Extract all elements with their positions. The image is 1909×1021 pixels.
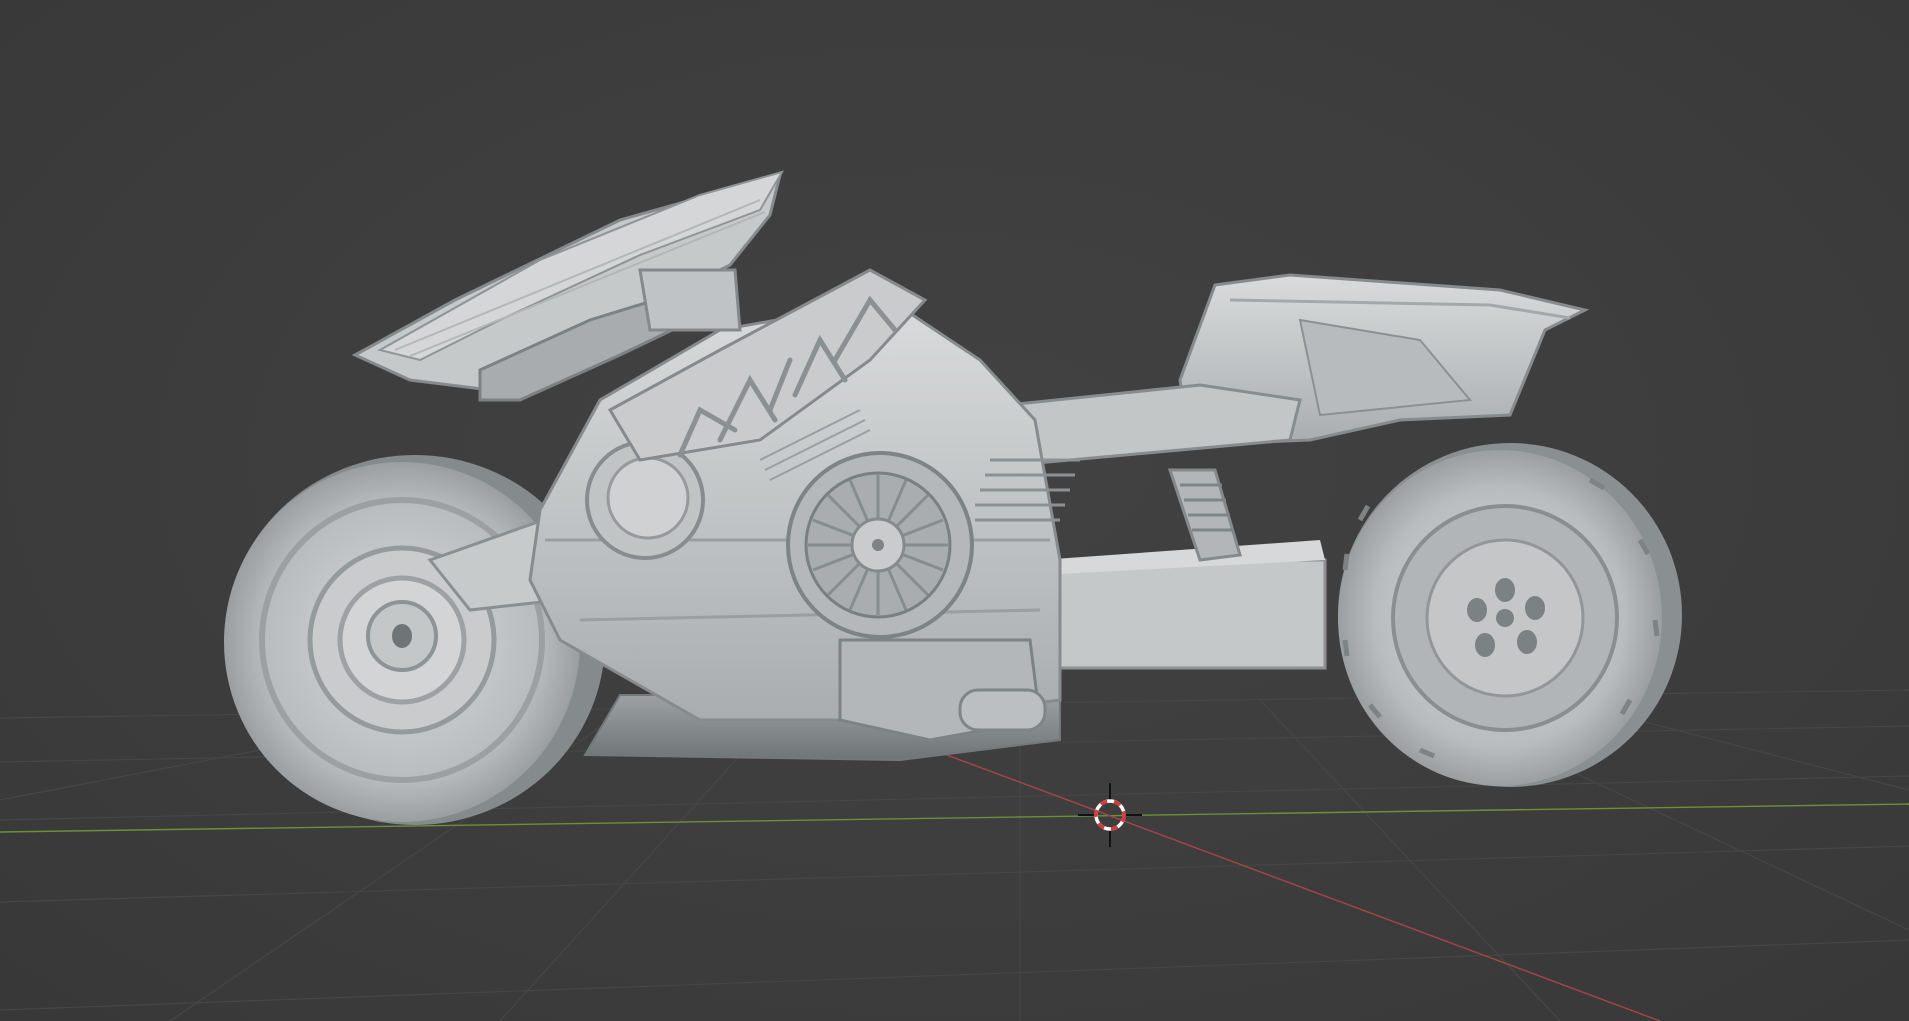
motorcycle-model[interactable] xyxy=(224,170,1682,825)
swing-arm xyxy=(1038,558,1327,670)
viewport-canvas[interactable] xyxy=(0,0,1909,1021)
rear-wheel[interactable] xyxy=(1338,443,1682,787)
3d-cursor-icon[interactable] xyxy=(1078,783,1142,847)
x-axis-line xyxy=(919,744,1661,1021)
y-axis-line xyxy=(0,803,1909,833)
engine-fan xyxy=(786,451,974,639)
3d-viewport[interactable] xyxy=(0,0,1909,1021)
